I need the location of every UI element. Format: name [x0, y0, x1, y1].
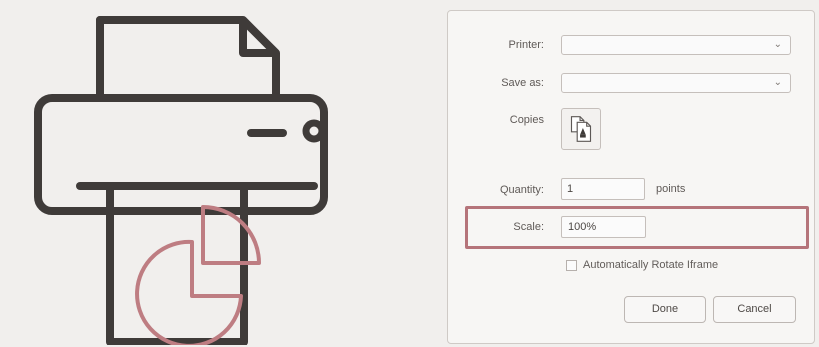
- scale-input[interactable]: 100%: [561, 216, 646, 238]
- save-as-label: Save as:: [501, 77, 544, 89]
- quantity-input[interactable]: 1: [561, 178, 645, 200]
- auto-rotate-label: Automatically Rotate Iframe: [583, 259, 719, 271]
- printer-select[interactable]: ⌄: [561, 35, 791, 55]
- printer-label: Printer:: [508, 39, 544, 51]
- chevron-down-icon: ⌄: [773, 77, 782, 88]
- printer-icon: [28, 10, 348, 345]
- save-as-select[interactable]: ⌄: [561, 73, 791, 93]
- done-button[interactable]: Done: [624, 296, 706, 323]
- quantity-label: Quantity:: [499, 184, 544, 196]
- copies-icon[interactable]: [561, 108, 601, 150]
- copies-label: Copies: [509, 114, 544, 126]
- scale-label: Scale:: [513, 221, 544, 233]
- print-dialog: Printer: ⌄ Save as: ⌄ Copies Quantity: 1…: [447, 10, 815, 344]
- auto-rotate-checkbox[interactable]: [566, 260, 577, 271]
- cancel-button[interactable]: Cancel: [713, 296, 796, 323]
- quantity-unit: points: [656, 183, 686, 195]
- scene: Printer: ⌄ Save as: ⌄ Copies Quantity: 1…: [0, 0, 819, 347]
- chevron-down-icon: ⌄: [773, 39, 782, 50]
